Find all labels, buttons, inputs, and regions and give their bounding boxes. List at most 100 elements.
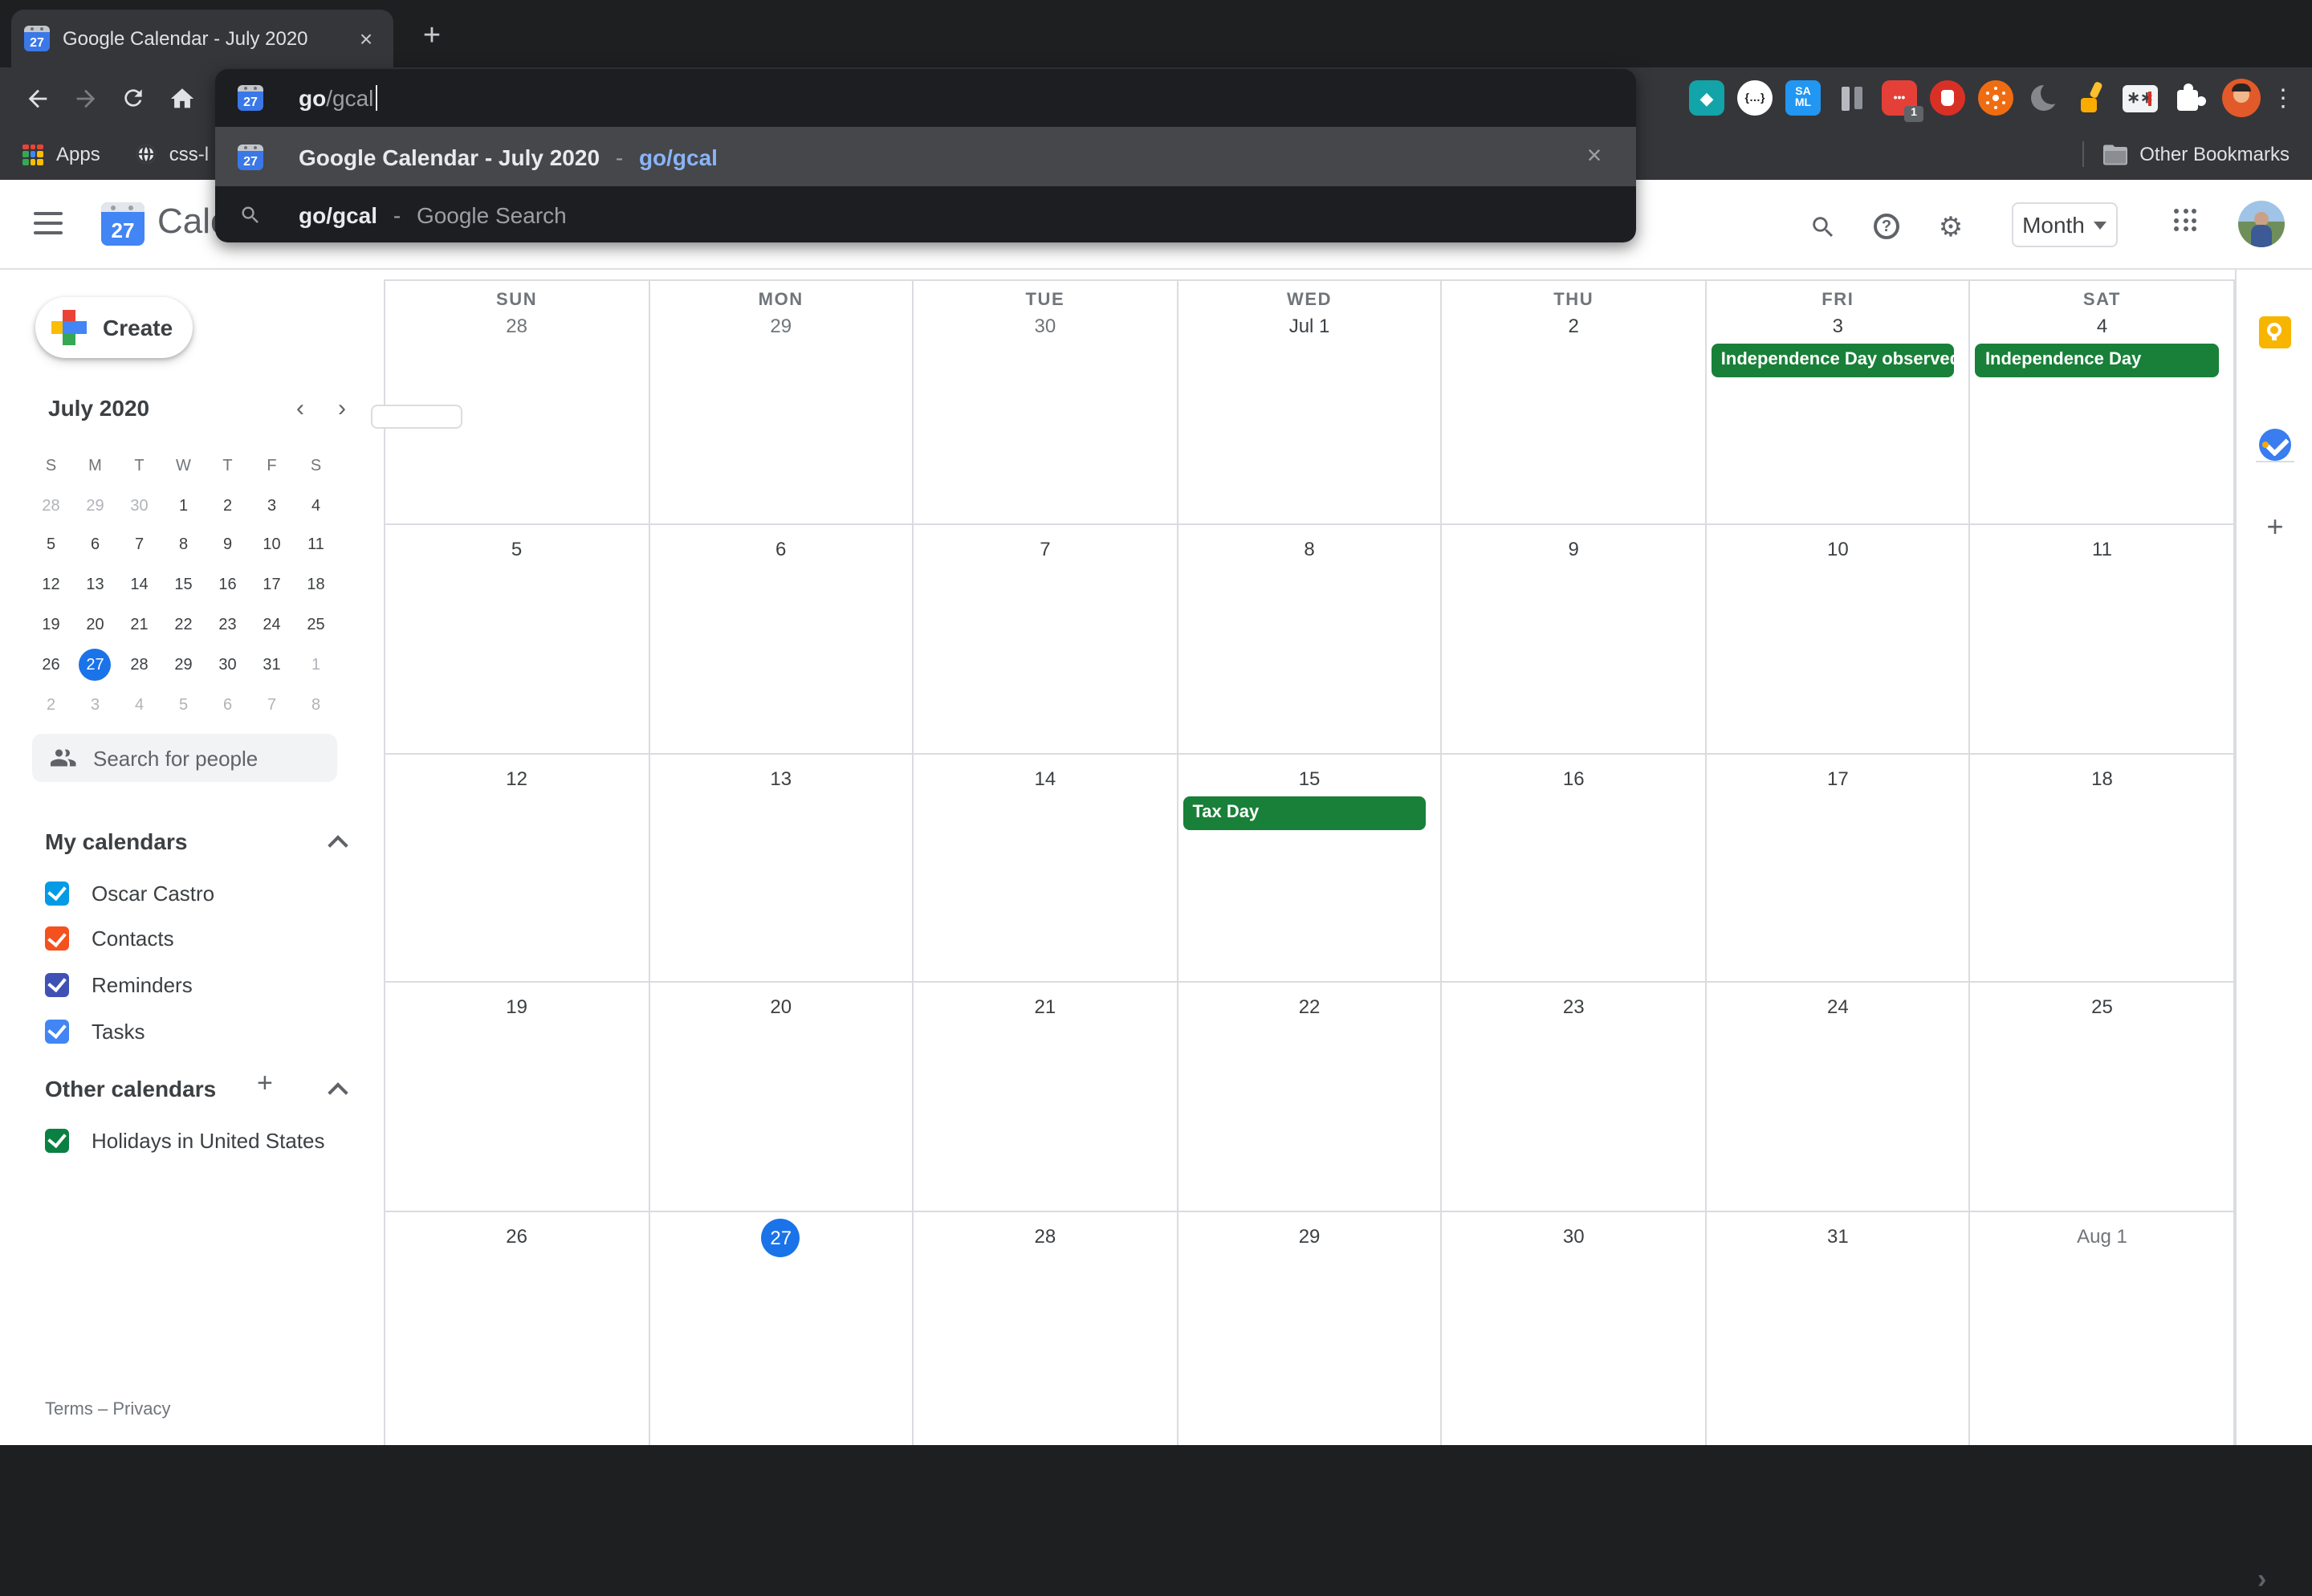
mini-date-cell[interactable]: 17 bbox=[250, 566, 294, 606]
day-cell[interactable]: WEDJul 1 bbox=[1178, 281, 1442, 525]
mini-date-cell[interactable]: 1 bbox=[161, 487, 206, 527]
day-cell[interactable]: 20 bbox=[649, 983, 914, 1212]
ext-dark-mode-moon-icon[interactable] bbox=[2026, 80, 2062, 116]
account-avatar[interactable] bbox=[2238, 201, 2285, 247]
mini-date-cell[interactable]: 31 bbox=[250, 645, 294, 686]
day-cell[interactable]: 5 bbox=[385, 525, 649, 755]
day-cell[interactable]: 26 bbox=[385, 1212, 649, 1445]
day-cell[interactable]: 14 bbox=[914, 755, 1178, 983]
mini-date-cell[interactable]: 14 bbox=[117, 566, 161, 606]
mini-date-cell[interactable]: 15 bbox=[161, 566, 206, 606]
mini-date-cell[interactable]: 5 bbox=[29, 526, 73, 566]
day-cell[interactable]: 6 bbox=[649, 525, 914, 755]
day-cell[interactable]: 22 bbox=[1178, 983, 1442, 1212]
puzzle-extensions-icon[interactable] bbox=[2171, 80, 2206, 116]
suggestion-google-search[interactable]: go/gcal - Google Search bbox=[215, 186, 1636, 242]
mini-date-cell[interactable]: 3 bbox=[250, 487, 294, 527]
day-cell[interactable]: 18 bbox=[1971, 755, 2235, 983]
event-pill[interactable]: Independence Day bbox=[1976, 344, 2219, 377]
mini-date-cell[interactable]: 22 bbox=[161, 605, 206, 645]
day-cell[interactable]: 23 bbox=[1443, 983, 1707, 1212]
day-cell[interactable]: MON29 bbox=[649, 281, 914, 525]
mini-date-cell[interactable]: 12 bbox=[29, 566, 73, 606]
mini-date-cell[interactable]: 8 bbox=[161, 526, 206, 566]
browser-menu-icon[interactable]: ⋮ bbox=[2267, 83, 2299, 112]
home-button[interactable] bbox=[157, 74, 206, 122]
day-cell[interactable]: TUE30 bbox=[914, 281, 1178, 525]
event-pill[interactable]: Independence Day observed bbox=[1712, 344, 1955, 377]
calendar-checkbox[interactable] bbox=[45, 927, 69, 951]
event-pill[interactable]: Tax Day bbox=[1182, 796, 1426, 830]
mini-date-cell[interactable]: 23 bbox=[206, 605, 250, 645]
ext-red-dots-icon[interactable]: •••1 bbox=[1882, 80, 1917, 116]
ext-saml-icon[interactable]: SAML bbox=[1785, 80, 1821, 116]
create-button[interactable]: Create bbox=[35, 297, 193, 358]
browser-tab[interactable]: 27 Google Calendar - July 2020 × bbox=[11, 10, 393, 67]
mini-date-cell[interactable]: 21 bbox=[117, 605, 161, 645]
mini-date-cell[interactable]: 28 bbox=[29, 487, 73, 527]
view-selector[interactable]: Month bbox=[2012, 202, 2118, 247]
remove-suggestion-icon[interactable]: × bbox=[1578, 142, 1610, 171]
collapse-other-calendars-icon[interactable] bbox=[328, 1082, 348, 1102]
mini-date-cell[interactable]: 4 bbox=[117, 686, 161, 726]
forward-button[interactable] bbox=[61, 74, 109, 122]
mini-date-cell[interactable]: 16 bbox=[206, 566, 250, 606]
mini-date-cell[interactable]: 20 bbox=[73, 605, 117, 645]
calendar-list-item[interactable]: Tasks bbox=[32, 1008, 369, 1054]
calendar-checkbox[interactable] bbox=[45, 1129, 69, 1153]
mini-next-icon[interactable]: › bbox=[321, 394, 363, 421]
tab-close-icon[interactable]: × bbox=[352, 24, 381, 53]
collapse-my-calendars-icon[interactable] bbox=[328, 835, 348, 855]
day-cell[interactable]: 27 bbox=[649, 1212, 914, 1445]
suggestion-switch-to-tab[interactable]: 27 Google Calendar - July 2020 - go/gcal… bbox=[215, 127, 1636, 186]
google-apps-icon[interactable] bbox=[2174, 209, 2198, 233]
day-cell[interactable]: 12 bbox=[385, 755, 649, 983]
mini-date-cell[interactable]: 27 bbox=[73, 645, 117, 686]
other-bookmarks[interactable]: Other Bookmarks bbox=[2082, 141, 2290, 167]
day-cell[interactable]: SAT4Independence Day bbox=[1971, 281, 2235, 525]
mini-date-cell[interactable]: 28 bbox=[117, 645, 161, 686]
calendar-list-item[interactable]: Oscar Castro bbox=[32, 870, 369, 916]
mini-date-cell[interactable]: 19 bbox=[29, 605, 73, 645]
calendar-list-item[interactable]: Holidays in United States bbox=[32, 1118, 369, 1163]
day-cell[interactable]: 17 bbox=[1707, 755, 1971, 983]
mini-date-cell[interactable]: 3 bbox=[73, 686, 117, 726]
today-button[interactable] bbox=[371, 405, 462, 429]
settings-button[interactable]: ⚙ bbox=[1931, 207, 1970, 246]
mini-date-cell[interactable]: 26 bbox=[29, 645, 73, 686]
day-cell[interactable]: 24 bbox=[1707, 983, 1971, 1212]
next-month-chevron-icon[interactable]: › bbox=[2257, 1564, 2266, 1596]
ext-blocker-hand-icon[interactable] bbox=[1930, 80, 1965, 116]
ext-passwords-icon[interactable]: ∗∗ bbox=[2123, 84, 2158, 112]
bookmark-apps[interactable]: Apps bbox=[22, 143, 100, 165]
ext-teal-diamond-icon[interactable]: ◆ bbox=[1689, 80, 1724, 116]
day-cell[interactable]: 30 bbox=[1443, 1212, 1707, 1445]
tasks-icon[interactable] bbox=[2259, 429, 2291, 461]
mini-date-cell[interactable]: 7 bbox=[250, 686, 294, 726]
omnibox[interactable]: 27 go/gcal bbox=[215, 69, 1636, 127]
calendar-list-item[interactable]: Contacts bbox=[32, 916, 369, 962]
calendar-checkbox[interactable] bbox=[45, 881, 69, 906]
get-addons-icon[interactable]: + bbox=[2237, 511, 2312, 544]
day-cell[interactable]: 11 bbox=[1971, 525, 2235, 755]
calendar-checkbox[interactable] bbox=[45, 973, 69, 997]
mini-prev-icon[interactable]: ‹ bbox=[279, 394, 321, 421]
add-other-calendar-icon[interactable]: + bbox=[257, 1068, 273, 1100]
day-cell[interactable]: 31 bbox=[1707, 1212, 1971, 1445]
mini-date-cell[interactable]: 2 bbox=[29, 686, 73, 726]
ext-pause-icon[interactable] bbox=[1834, 80, 1869, 116]
mini-date-cell[interactable]: 7 bbox=[117, 526, 161, 566]
mini-date-cell[interactable]: 29 bbox=[161, 645, 206, 686]
terms-privacy-links[interactable]: Terms – Privacy bbox=[45, 1400, 171, 1419]
mini-date-cell[interactable]: 11 bbox=[294, 526, 338, 566]
reload-button[interactable] bbox=[109, 74, 157, 122]
day-cell[interactable]: 21 bbox=[914, 983, 1178, 1212]
day-cell[interactable]: 19 bbox=[385, 983, 649, 1212]
day-cell[interactable]: 9 bbox=[1443, 525, 1707, 755]
day-cell[interactable]: 28 bbox=[914, 1212, 1178, 1445]
day-cell[interactable]: 25 bbox=[1971, 983, 2235, 1212]
mini-date-cell[interactable]: 29 bbox=[73, 487, 117, 527]
mini-date-cell[interactable]: 5 bbox=[161, 686, 206, 726]
calendar-list-item[interactable]: Reminders bbox=[32, 962, 369, 1008]
day-cell[interactable]: 16 bbox=[1443, 755, 1707, 983]
